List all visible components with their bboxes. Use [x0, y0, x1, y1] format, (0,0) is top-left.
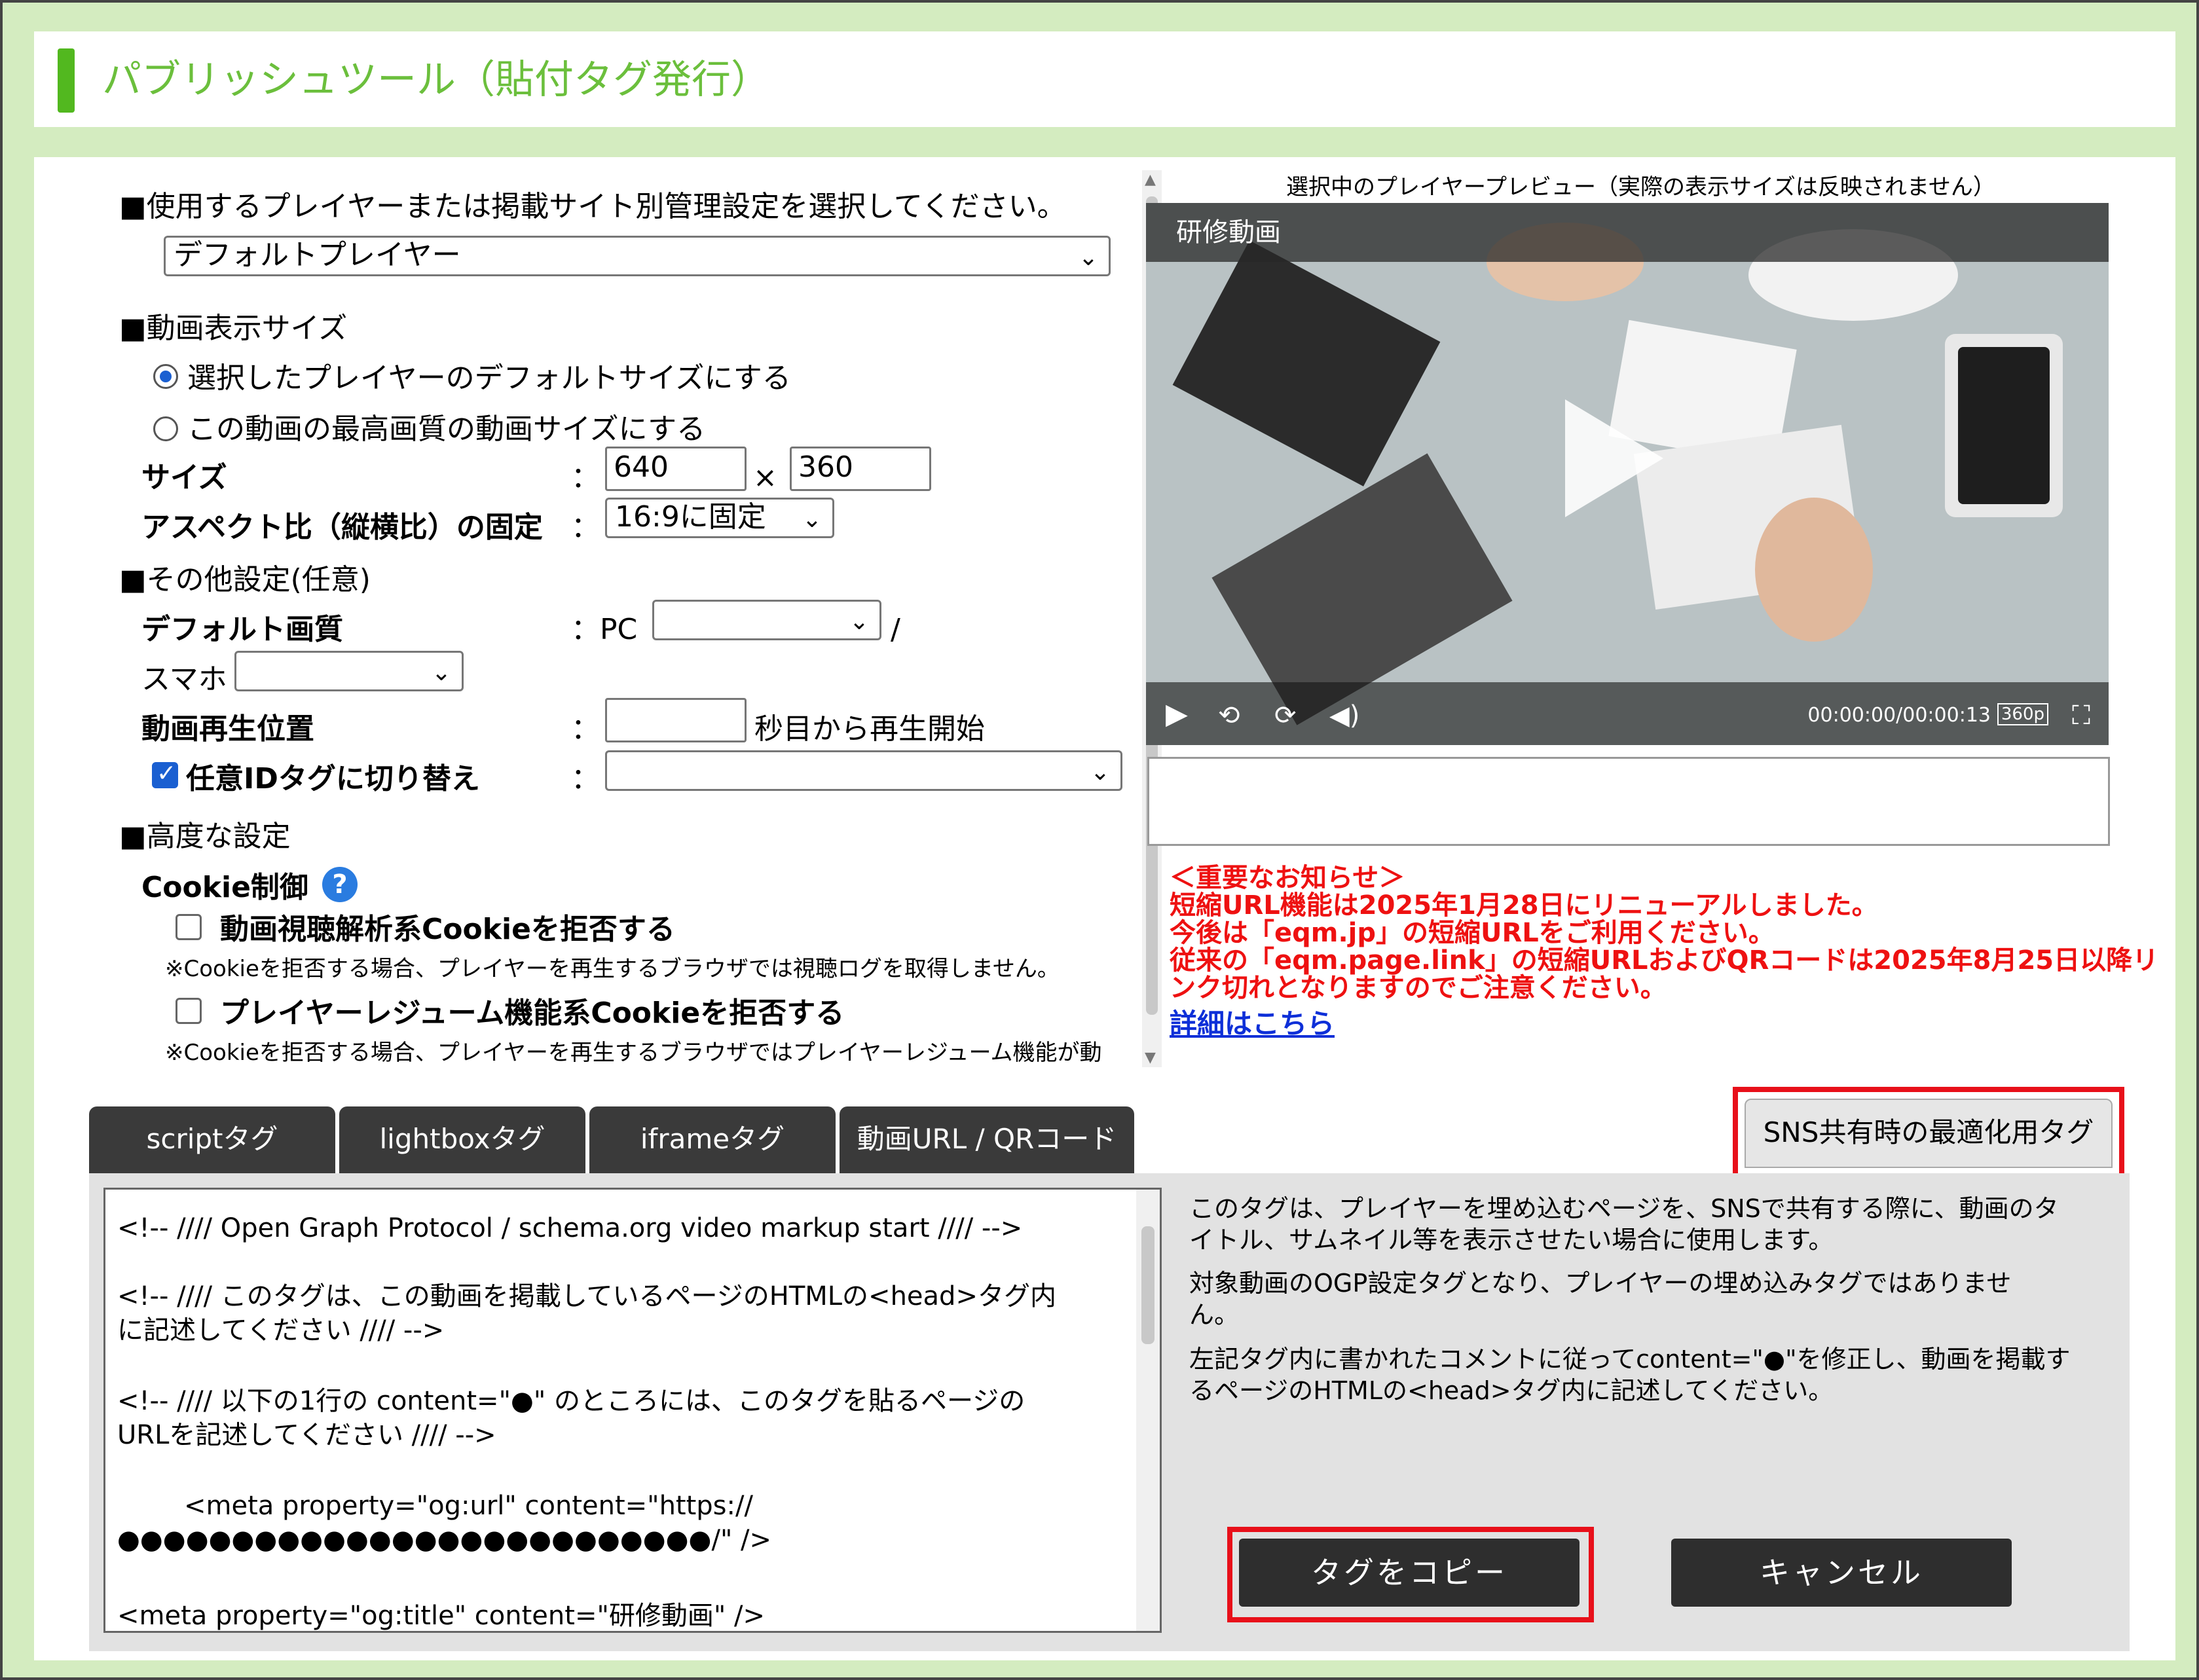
- important-notice: ＜重要なお知らせ＞ 短縮URL機能は2025年1月28日にリニューアルしました。…: [1170, 864, 2158, 1002]
- cookie-resume-checkbox[interactable]: [176, 998, 202, 1024]
- idtag-select[interactable]: ⌄: [605, 750, 1122, 791]
- notice-line: ＜重要なお知らせ＞: [1170, 863, 1405, 893]
- quality-badge[interactable]: 360p: [1997, 703, 2048, 725]
- video-player[interactable]: 研修動画 ▶ ⟲ ⟳ ◀) 00:00:00/00:00:13 360p ⛶: [1146, 203, 2109, 745]
- display-size-heading: ■動画表示サイズ: [119, 312, 348, 345]
- description-line: 対象動画のOGP設定タグとなり、プレイヤーの埋め込みタグではありませ: [1189, 1269, 2012, 1298]
- notice-line: ンク切れとなりますのでご注意ください。: [1170, 973, 1667, 1003]
- tab-script[interactable]: scriptタグ: [89, 1106, 335, 1173]
- description-line: イトル、サムネイル等を表示させたい場合に使用します。: [1189, 1226, 1834, 1254]
- chevron-down-icon: ⌄: [1090, 759, 1110, 786]
- tab-lightbox[interactable]: lightboxタグ: [339, 1106, 585, 1173]
- size-colon: ：: [571, 461, 600, 494]
- code-scrollbar[interactable]: [1136, 1190, 1160, 1631]
- times-sign: ×: [753, 461, 777, 494]
- chevron-down-icon: ⌄: [802, 506, 822, 533]
- idtag-label: 任意IDタグに切り替え: [186, 762, 480, 795]
- dialog-title: パブリッシュツール（貼付タグ発行）: [102, 57, 770, 103]
- code-line: <meta property="og:url" content="https:/…: [184, 1491, 753, 1521]
- description-line: るページのHTMLの<head>タグ内に記述してください。: [1189, 1376, 1834, 1405]
- radio-default-size[interactable]: [153, 364, 178, 389]
- share-url-box[interactable]: [1147, 757, 2110, 846]
- code-line: <meta property="og:title" content="研修動画"…: [117, 1601, 765, 1631]
- video-title-bar: [1146, 203, 2109, 262]
- idtag-checkbox[interactable]: [152, 760, 178, 788]
- notice-line: 今後は「eqm.jp」の短縮URLをご利用ください。: [1170, 918, 1775, 948]
- chevron-down-icon: ⌄: [431, 659, 451, 686]
- pc-label: ：PC: [571, 613, 638, 646]
- cookie-analytics-checkbox[interactable]: [176, 914, 202, 940]
- cookie-label: Cookie制御: [141, 871, 308, 904]
- chevron-down-icon: ⌄: [849, 608, 869, 635]
- aspect-label: アスペクト比（縦横比）の固定: [141, 511, 543, 544]
- idtag-colon: ：: [571, 762, 600, 795]
- radio-max-size[interactable]: [153, 416, 178, 441]
- tab-iframe[interactable]: iframeタグ: [589, 1106, 836, 1173]
- scroll-down-icon[interactable]: ▼: [1145, 1050, 1156, 1066]
- other-settings-heading: ■その他設定(任意): [119, 563, 371, 596]
- settings-panel: ■使用するプレイヤーまたは掲載サイト別管理設定を選択してください。 デフォルトプ…: [86, 174, 1160, 1078]
- help-icon[interactable]: ?: [322, 867, 358, 902]
- pc-quality-select[interactable]: ⌄: [652, 600, 881, 640]
- volume-icon[interactable]: ◀): [1329, 701, 1359, 731]
- size-label: サイズ: [141, 461, 227, 494]
- player-select[interactable]: デフォルトプレイヤー ⌄: [164, 236, 1111, 276]
- scroll-up-icon[interactable]: ▲: [1145, 172, 1156, 188]
- play-icon[interactable]: ▶: [1166, 697, 1188, 731]
- description-line: このタグは、プレイヤーを埋め込むページを、SNSで共有する際に、動画のタ: [1189, 1194, 2059, 1223]
- sp-label: スマホ: [141, 663, 227, 696]
- quality-slash: /: [891, 613, 900, 646]
- advanced-heading: ■高度な設定: [119, 820, 291, 853]
- rewind-10-icon[interactable]: ⟲: [1218, 701, 1240, 731]
- highlight-copy-button: [1227, 1527, 1594, 1622]
- code-line: <!-- //// Open Graph Protocol / schema.o…: [117, 1213, 1023, 1243]
- cancel-button[interactable]: キャンセル: [1671, 1539, 2012, 1607]
- cookie-analytics-label: 動画視聴解析系Cookieを拒否する: [220, 913, 675, 946]
- notice-line: 従来の「eqm.page.link」の短縮URLおよびQRコードは2025年8月…: [1170, 945, 2159, 976]
- forward-10-icon[interactable]: ⟳: [1274, 701, 1297, 731]
- start-suffix: 秒目から再生開始: [754, 712, 985, 746]
- code-line: <!-- //// このタグは、この動画を掲載しているページのHTMLの<hea…: [117, 1281, 1056, 1311]
- publish-tool-dialog: パブリッシュツール（貼付タグ発行） ■使用するプレイヤーまたは掲載サイト別管理設…: [0, 0, 2199, 1680]
- radio-default-size-label: 選択したプレイヤーのデフォルトサイズにする: [187, 361, 791, 395]
- start-position-label: 動画再生位置: [141, 712, 314, 746]
- cookie-resume-label: プレイヤーレジューム機能系Cookieを拒否する: [220, 996, 845, 1030]
- aspect-select-value: 16:9に固定: [615, 500, 766, 534]
- player-select-value: デフォルトプレイヤー: [174, 238, 461, 272]
- cookie-analytics-note: ※Cookieを拒否する場合、プレイヤーを再生するブラウザでは視聴ログを取得しま…: [165, 956, 1060, 982]
- cookie-resume-note: ※Cookieを拒否する場合、プレイヤーを再生するブラウザではプレイヤーレジュー…: [165, 1040, 1102, 1066]
- play-overlay-icon[interactable]: [1565, 399, 1663, 517]
- notice-line: 短縮URL機能は2025年1月28日にリニューアルしました。: [1170, 890, 1878, 921]
- description-line: 左記タグ内に書かれたコメントに従ってcontent="●"を修正し、動画を掲載す: [1189, 1345, 2071, 1374]
- tab-video-url-qr[interactable]: 動画URL / QRコード: [840, 1106, 1134, 1173]
- scrollbar-thumb[interactable]: [1141, 1226, 1155, 1344]
- width-input[interactable]: 640: [605, 447, 747, 491]
- highlight-sns-tab: [1733, 1087, 2124, 1185]
- player-select-label: ■使用するプレイヤーまたは掲載サイト別管理設定を選択してください。: [119, 190, 1066, 223]
- fullscreen-icon[interactable]: ⛶: [2072, 701, 2090, 731]
- details-link[interactable]: 詳細はこちら: [1170, 1002, 1335, 1042]
- aspect-select[interactable]: 16:9に固定 ⌄: [605, 498, 834, 538]
- description-line: ん。: [1189, 1300, 1240, 1329]
- tag-code-textarea[interactable]: <!-- //// Open Graph Protocol / schema.o…: [103, 1188, 1162, 1633]
- header-accent-bar: [58, 48, 75, 113]
- height-input[interactable]: 360: [790, 447, 931, 491]
- time-display: 00:00:00/00:00:13: [1807, 704, 1991, 727]
- quality-label: デフォルト画質: [141, 613, 343, 646]
- start-colon: ：: [571, 712, 600, 746]
- code-line: ●●●●●●●●●●●●●●●●●●●●●●●●●●/" />: [117, 1525, 772, 1555]
- chevron-down-icon: ⌄: [1078, 244, 1098, 271]
- code-line: に記述してください //// -->: [117, 1315, 445, 1345]
- code-line: <!-- //// 以下の1行の content="●" のところには、このタグ…: [117, 1386, 1026, 1416]
- preview-label: 選択中のプレイヤープレビュー（実際の表示サイズは反映されません）: [1286, 174, 1995, 200]
- code-line: URLを記述してください //// -->: [117, 1420, 496, 1450]
- sp-quality-select[interactable]: ⌄: [234, 651, 464, 691]
- video-title: 研修動画: [1176, 217, 1281, 247]
- start-position-input[interactable]: [605, 698, 747, 742]
- aspect-colon: ：: [571, 511, 600, 544]
- radio-max-size-label: この動画の最高画質の動画サイズにする: [187, 412, 706, 446]
- dialog-header: パブリッシュツール（貼付タグ発行）: [34, 31, 2175, 127]
- dialog-body: ■使用するプレイヤーまたは掲載サイト別管理設定を選択してください。 デフォルトプ…: [34, 157, 2175, 1660]
